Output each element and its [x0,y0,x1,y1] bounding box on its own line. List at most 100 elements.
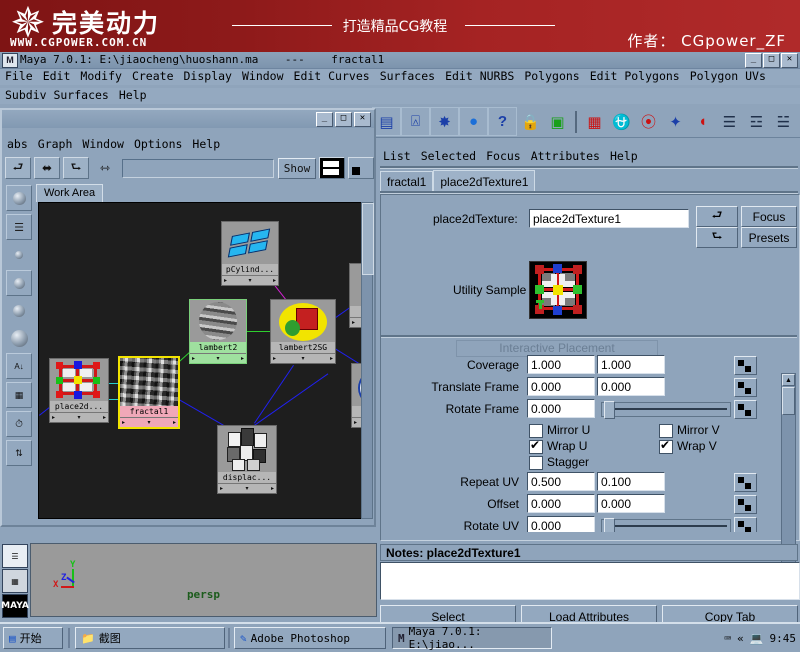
node-footer[interactable]: ▸▾▸ [190,353,246,363]
chevron-icon[interactable]: « [737,632,744,645]
sphere-medium-icon[interactable] [7,299,31,323]
graph-input-output-connections-icon[interactable]: ⬌ [34,157,60,179]
construction-history-icon[interactable]: ▣ [544,108,571,135]
notes-input[interactable] [380,562,800,600]
coverage-map-button[interactable] [734,356,757,375]
rotate-frame-input[interactable]: 0.000 [527,399,595,418]
network-icon[interactable]: 💻 [750,632,764,645]
node-lambert2[interactable]: lambert2 ▸ ▾ ▸ [189,299,247,364]
tab-place2dtexture1[interactable]: place2dTexture1 [433,170,536,193]
offset-v-input[interactable]: 0.000 [597,494,665,513]
go-to-input-icon[interactable]: ⮐ [696,206,738,227]
work-area-graph[interactable]: pCylind... ▸▾▸ light1 ▸▾▸ lambert2 ▸▾▸ [38,202,362,519]
menu-polygons[interactable]: Polygons [519,69,584,84]
ipr-render-icon[interactable]: ⛎ [608,108,635,135]
presets-button[interactable]: Presets [741,227,797,248]
graph-vertical-scrollbar[interactable] [361,202,374,519]
slider-handle[interactable] [604,401,615,419]
scroll-up-arrow[interactable]: ▲ [782,374,795,386]
hs-close-button[interactable]: ✕ [354,112,371,127]
offset-u-input[interactable]: 0.000 [527,494,595,513]
hypershade-icon[interactable]: ✦ [662,108,689,135]
rearrange-graph-icon[interactable]: ⇿ [92,157,118,179]
ime-icon[interactable]: ⌨ [725,632,732,645]
menu-subdiv-surfaces[interactable]: Subdiv Surfaces [0,88,114,103]
ae-menu-focus[interactable]: Focus [481,148,526,164]
node-fractal1[interactable]: fractal1 ▸ ▾ ▸ [118,356,180,429]
node-footer[interactable]: ▸▾▸ [271,353,335,363]
minimize-button[interactable]: _ [745,53,762,68]
maya-logo-icon[interactable]: MAYA [1,594,29,618]
stagger-checkbox[interactable] [529,456,543,470]
taskbar-item-screenshot[interactable]: 📁 截图 [75,627,225,649]
coverage-u-input[interactable]: 1.000 [527,355,595,374]
magnet-icon[interactable]: ◖ [689,108,716,135]
node-lambert2sg[interactable]: lambert2SG ▸ ▾ ▸ [270,299,336,364]
hs-minimize-button[interactable]: _ [316,112,333,127]
hs-restore-button[interactable]: □ [335,112,352,127]
hs-menu-window[interactable]: Window [77,136,129,153]
restore-button[interactable]: □ [763,53,780,68]
rotate-uv-input[interactable]: 0.000 [527,516,595,532]
menu-edit[interactable]: Edit [38,69,76,84]
graph-output-connections-icon[interactable]: ⮑ [63,157,89,179]
scrollbar-thumb[interactable] [362,203,374,275]
node-pcylinder[interactable]: pCylind... ▸ ▾ ▸ [221,221,279,286]
hs-menu-options[interactable]: Options [129,136,187,153]
menu-display[interactable]: Display [179,69,237,84]
taskbar-item-maya[interactable]: M Maya 7.0.1: E:\jiao... [392,625,552,651]
wrap-u-checkbox[interactable] [529,438,543,454]
show-button[interactable]: Show [278,157,316,179]
translate-frame-v-input[interactable]: 0.000 [597,377,665,396]
hs-menu-help[interactable]: Help [187,136,225,153]
node-footer[interactable]: ▸▾▸ [120,417,178,427]
sort-az-icon[interactable]: A↓ [6,353,32,379]
menu-edit-curves[interactable]: Edit Curves [289,69,375,84]
coverage-v-input[interactable]: 1.000 [597,355,665,374]
ae-scrollbar-thumb[interactable] [782,387,795,415]
rotate-frame-slider[interactable] [601,401,731,419]
persp-viewport[interactable]: Y Z X persp [30,543,377,617]
snap-curve-icon[interactable]: ⍓ [401,107,430,136]
ae-menu-selected[interactable]: Selected [416,148,481,164]
utility-sample-swatch[interactable] [529,261,587,319]
node-footer[interactable]: ▸▾▸ [50,412,108,422]
outliner-icon[interactable]: ☰ [2,544,28,568]
node-place2dtexture[interactable]: place2d... ▸ ▾ ▸ [49,358,109,423]
graph-input-connections-icon[interactable]: ⮐ [5,157,31,179]
render-layers-icon[interactable]: ☲ [743,108,770,135]
tab-work-area[interactable]: Work Area [36,184,104,202]
repeat-uv-map-button[interactable] [734,473,757,492]
mirror-u-checkbox[interactable] [529,424,543,438]
node-name-input[interactable]: place2dTexture1 [529,209,689,228]
rotate-uv-slider[interactable] [601,518,731,532]
node-footer[interactable]: ▸▾▸ [222,275,278,285]
translate-frame-u-input[interactable]: 0.000 [527,377,595,396]
ae-menu-attributes[interactable]: Attributes [526,148,605,164]
node-footer[interactable]: ▸▾▸ [218,483,276,493]
translate-frame-map-button[interactable] [734,378,757,397]
go-to-output-icon[interactable]: ⮑ [696,227,738,248]
slider-handle[interactable] [604,518,615,532]
menu-file[interactable]: File [0,69,38,84]
render-globals-icon[interactable]: ⦿ [635,108,662,135]
start-button[interactable]: ▤ 开始 [3,627,63,649]
menu-create[interactable]: Create [127,69,179,84]
menu-modify[interactable]: Modify [75,69,127,84]
tab-fractal1[interactable]: fractal1 [380,171,434,193]
lock-icon[interactable]: 🔒 [517,108,544,135]
node-displacement[interactable]: displac... ▸ ▾ ▸ [217,425,277,494]
taskbar-item-photoshop[interactable]: ✎ Adobe Photoshop [234,627,386,649]
menu-polygon-uvs[interactable]: Polygon UVs [685,69,771,84]
wrap-v-checkbox[interactable] [659,438,673,454]
split-view-single-icon[interactable] [348,157,374,179]
split-view-horizontal-icon[interactable] [319,157,345,179]
display-layers-icon[interactable]: ☱ [770,108,797,135]
hs-menu-graph[interactable]: Graph [33,136,78,153]
list-icon[interactable]: ☰ [6,214,32,240]
sort-reverse-icon[interactable]: ⇅ [6,440,32,466]
menu-edit-polygons[interactable]: Edit Polygons [585,69,685,84]
sort-type-icon[interactable]: ▦ [6,382,32,408]
offset-map-button[interactable] [734,495,757,514]
focus-button[interactable]: Focus [741,206,797,227]
